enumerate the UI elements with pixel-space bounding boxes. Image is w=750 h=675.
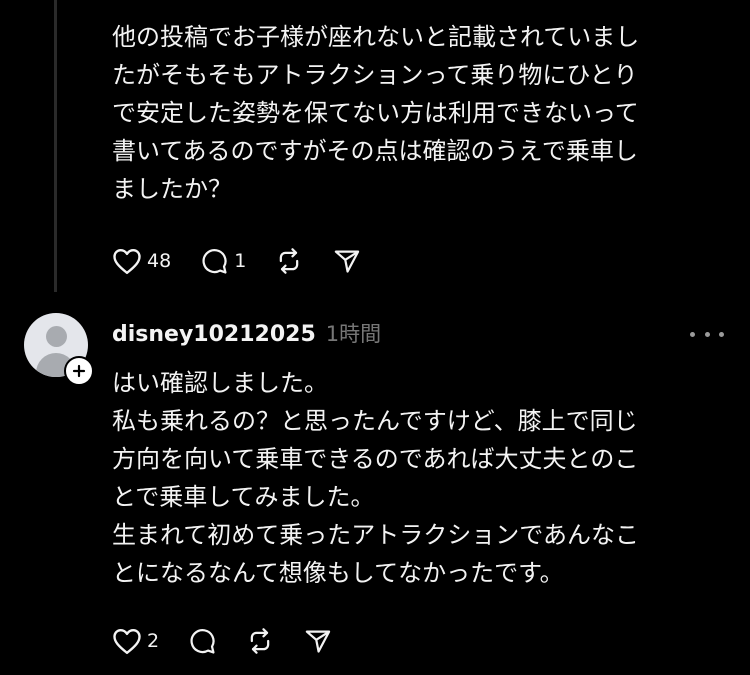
reply-line: 私も乗れるの？と思ったんですけど、膝上で同じ bbox=[112, 407, 638, 435]
comment-bubble-icon bbox=[202, 249, 227, 274]
post-line: たがそもそもアトラクションって乗り物にひとり bbox=[112, 61, 638, 89]
reply-line: とで乗車してみました。 bbox=[112, 483, 375, 511]
comment-button[interactable]: 1 bbox=[199, 247, 246, 275]
comment-count: 1 bbox=[234, 250, 247, 272]
reply-header: disney10212025 1時間 bbox=[112, 318, 381, 348]
send-icon bbox=[335, 250, 360, 273]
more-dots-icon bbox=[690, 331, 695, 337]
like-count: 48 bbox=[147, 250, 172, 272]
reply-line: 方向を向いて乗車できるのであれば大丈夫とのこ bbox=[112, 445, 639, 473]
heart-icon bbox=[113, 628, 141, 655]
reply-line: とになるなんて想像もしてなかったです。 bbox=[112, 559, 564, 587]
like-count: 2 bbox=[147, 630, 160, 652]
reply-line: はい確認しました。 bbox=[112, 369, 328, 397]
reply-line: 生まれて初めて乗ったアトラクションであんなこ bbox=[112, 521, 640, 549]
post-actions: 48 1 bbox=[112, 243, 390, 279]
reply-body: はい確認しました。 私も乗れるの？と思ったんですけど、膝上で同じ 方向を向いて乗… bbox=[112, 364, 727, 592]
username[interactable]: disney10212025 bbox=[112, 322, 316, 347]
reply-actions: 2 bbox=[112, 623, 361, 659]
more-options-button[interactable] bbox=[690, 328, 724, 340]
repost-button[interactable] bbox=[245, 627, 275, 655]
post-line: で安定した姿勢を保てない方は利用できないって bbox=[112, 99, 639, 127]
like-button[interactable]: 48 bbox=[112, 247, 171, 275]
repost-button[interactable] bbox=[274, 247, 304, 275]
timestamp: 1時間 bbox=[325, 322, 382, 346]
heart-icon bbox=[113, 248, 141, 275]
post-line: ましたか？ bbox=[112, 175, 232, 203]
follow-button[interactable] bbox=[64, 356, 94, 386]
like-button[interactable]: 2 bbox=[112, 627, 159, 655]
comment-bubble-icon bbox=[190, 629, 215, 654]
post-body: 他の投稿でお子様が座れないと記載されていまし たがそもそもアトラクションって乗り… bbox=[112, 18, 727, 208]
plus-icon bbox=[72, 364, 86, 378]
repost-icon bbox=[250, 628, 270, 654]
post-line: 他の投稿でお子様が座れないと記載されていまし bbox=[112, 23, 640, 51]
send-icon bbox=[305, 630, 331, 653]
thread-line bbox=[54, 0, 57, 292]
repost-icon bbox=[280, 248, 299, 274]
avatar-head bbox=[46, 326, 67, 347]
share-button[interactable] bbox=[303, 627, 333, 655]
post-line: 書いてあるのですがその点は確認のうえで乗車し bbox=[112, 137, 638, 165]
share-button[interactable] bbox=[332, 247, 362, 275]
comment-button[interactable] bbox=[187, 627, 217, 655]
